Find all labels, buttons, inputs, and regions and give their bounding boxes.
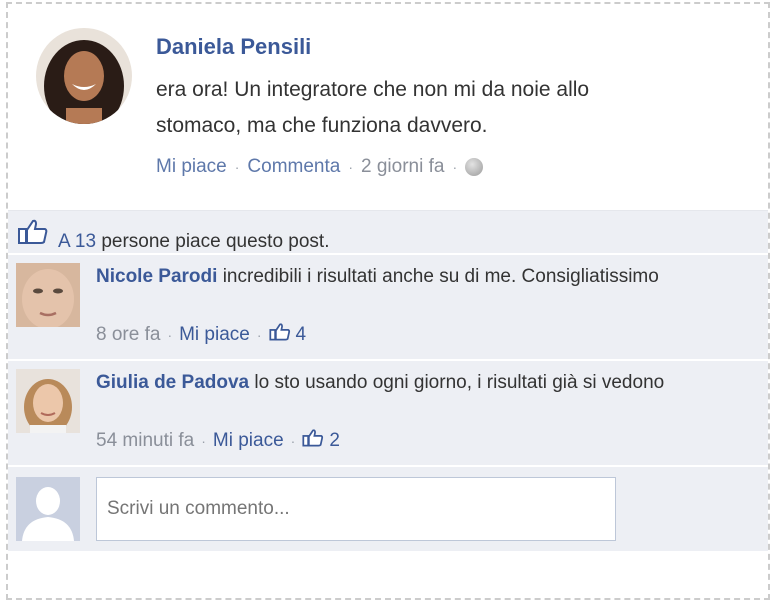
comment-like-link[interactable]: Mi piace (213, 430, 284, 452)
comment-body: Giulia de Padova lo sto usando ogni gior… (96, 369, 686, 397)
commenter-avatar[interactable] (16, 369, 80, 433)
comment-like-link[interactable]: Mi piace (179, 324, 250, 346)
comment-body: Nicole Parodi incredibili i risultati an… (96, 263, 686, 291)
comment-meta: 54 minuti fa · Mi piace · 2 (96, 429, 340, 453)
comment-text: incredibili i risultati anche su di me. … (222, 266, 659, 287)
thumbs-up-icon[interactable] (268, 323, 291, 347)
comment-item: Giulia de Padova lo sto usando ogni gior… (8, 360, 768, 465)
comment-text: lo sto usando ogni giorno, i risultati g… (254, 372, 665, 393)
comment-composer (8, 466, 768, 551)
post: Daniela Pensili era ora! Un integratore … (8, 6, 768, 210)
likes-count[interactable]: 13 (75, 231, 96, 252)
globe-icon (465, 158, 484, 176)
separator: · (452, 159, 458, 175)
comment-like-count[interactable]: 2 (329, 430, 340, 452)
separator: · (167, 327, 173, 343)
like-link[interactable]: Mi piace (156, 156, 227, 178)
separator: · (201, 433, 206, 449)
post-meta: Mi piace · Commenta · 2 giorni fa · (156, 156, 484, 178)
default-avatar (16, 477, 80, 541)
commenter-avatar[interactable] (16, 263, 80, 327)
comment-meta: 8 ore fa · Mi piace · 4 (96, 323, 306, 347)
comment-item: Nicole Parodi incredibili i risultati an… (8, 254, 768, 359)
post-time[interactable]: 2 giorni fa (361, 156, 444, 178)
commenter-name[interactable]: Nicole Parodi (96, 266, 217, 287)
likes-text: A 13 persone piace questo post. (58, 231, 330, 253)
comment-like-count[interactable]: 4 (296, 324, 307, 346)
separator: · (348, 159, 354, 175)
likes-summary: A 13 persone piace questo post. (8, 210, 768, 253)
post-message: era ora! Un integratore che non mi da no… (156, 78, 590, 137)
comment-time[interactable]: 8 ore fa (96, 324, 160, 346)
likes-prefix[interactable]: A (58, 231, 70, 252)
comment-link[interactable]: Commenta (247, 156, 340, 178)
author-avatar[interactable] (36, 28, 132, 124)
thumbs-up-icon (18, 219, 48, 250)
separator: · (256, 327, 262, 343)
separator: · (290, 433, 296, 449)
separator: · (234, 159, 240, 175)
comment-input[interactable] (96, 477, 616, 541)
commenter-name[interactable]: Giulia de Padova (96, 372, 249, 393)
thumbs-up-icon[interactable] (302, 429, 324, 453)
comment-time[interactable]: 54 minuti fa (96, 430, 194, 452)
author-name[interactable]: Daniela Pensili (156, 34, 311, 60)
likes-suffix: persone piace questo post. (101, 231, 330, 252)
